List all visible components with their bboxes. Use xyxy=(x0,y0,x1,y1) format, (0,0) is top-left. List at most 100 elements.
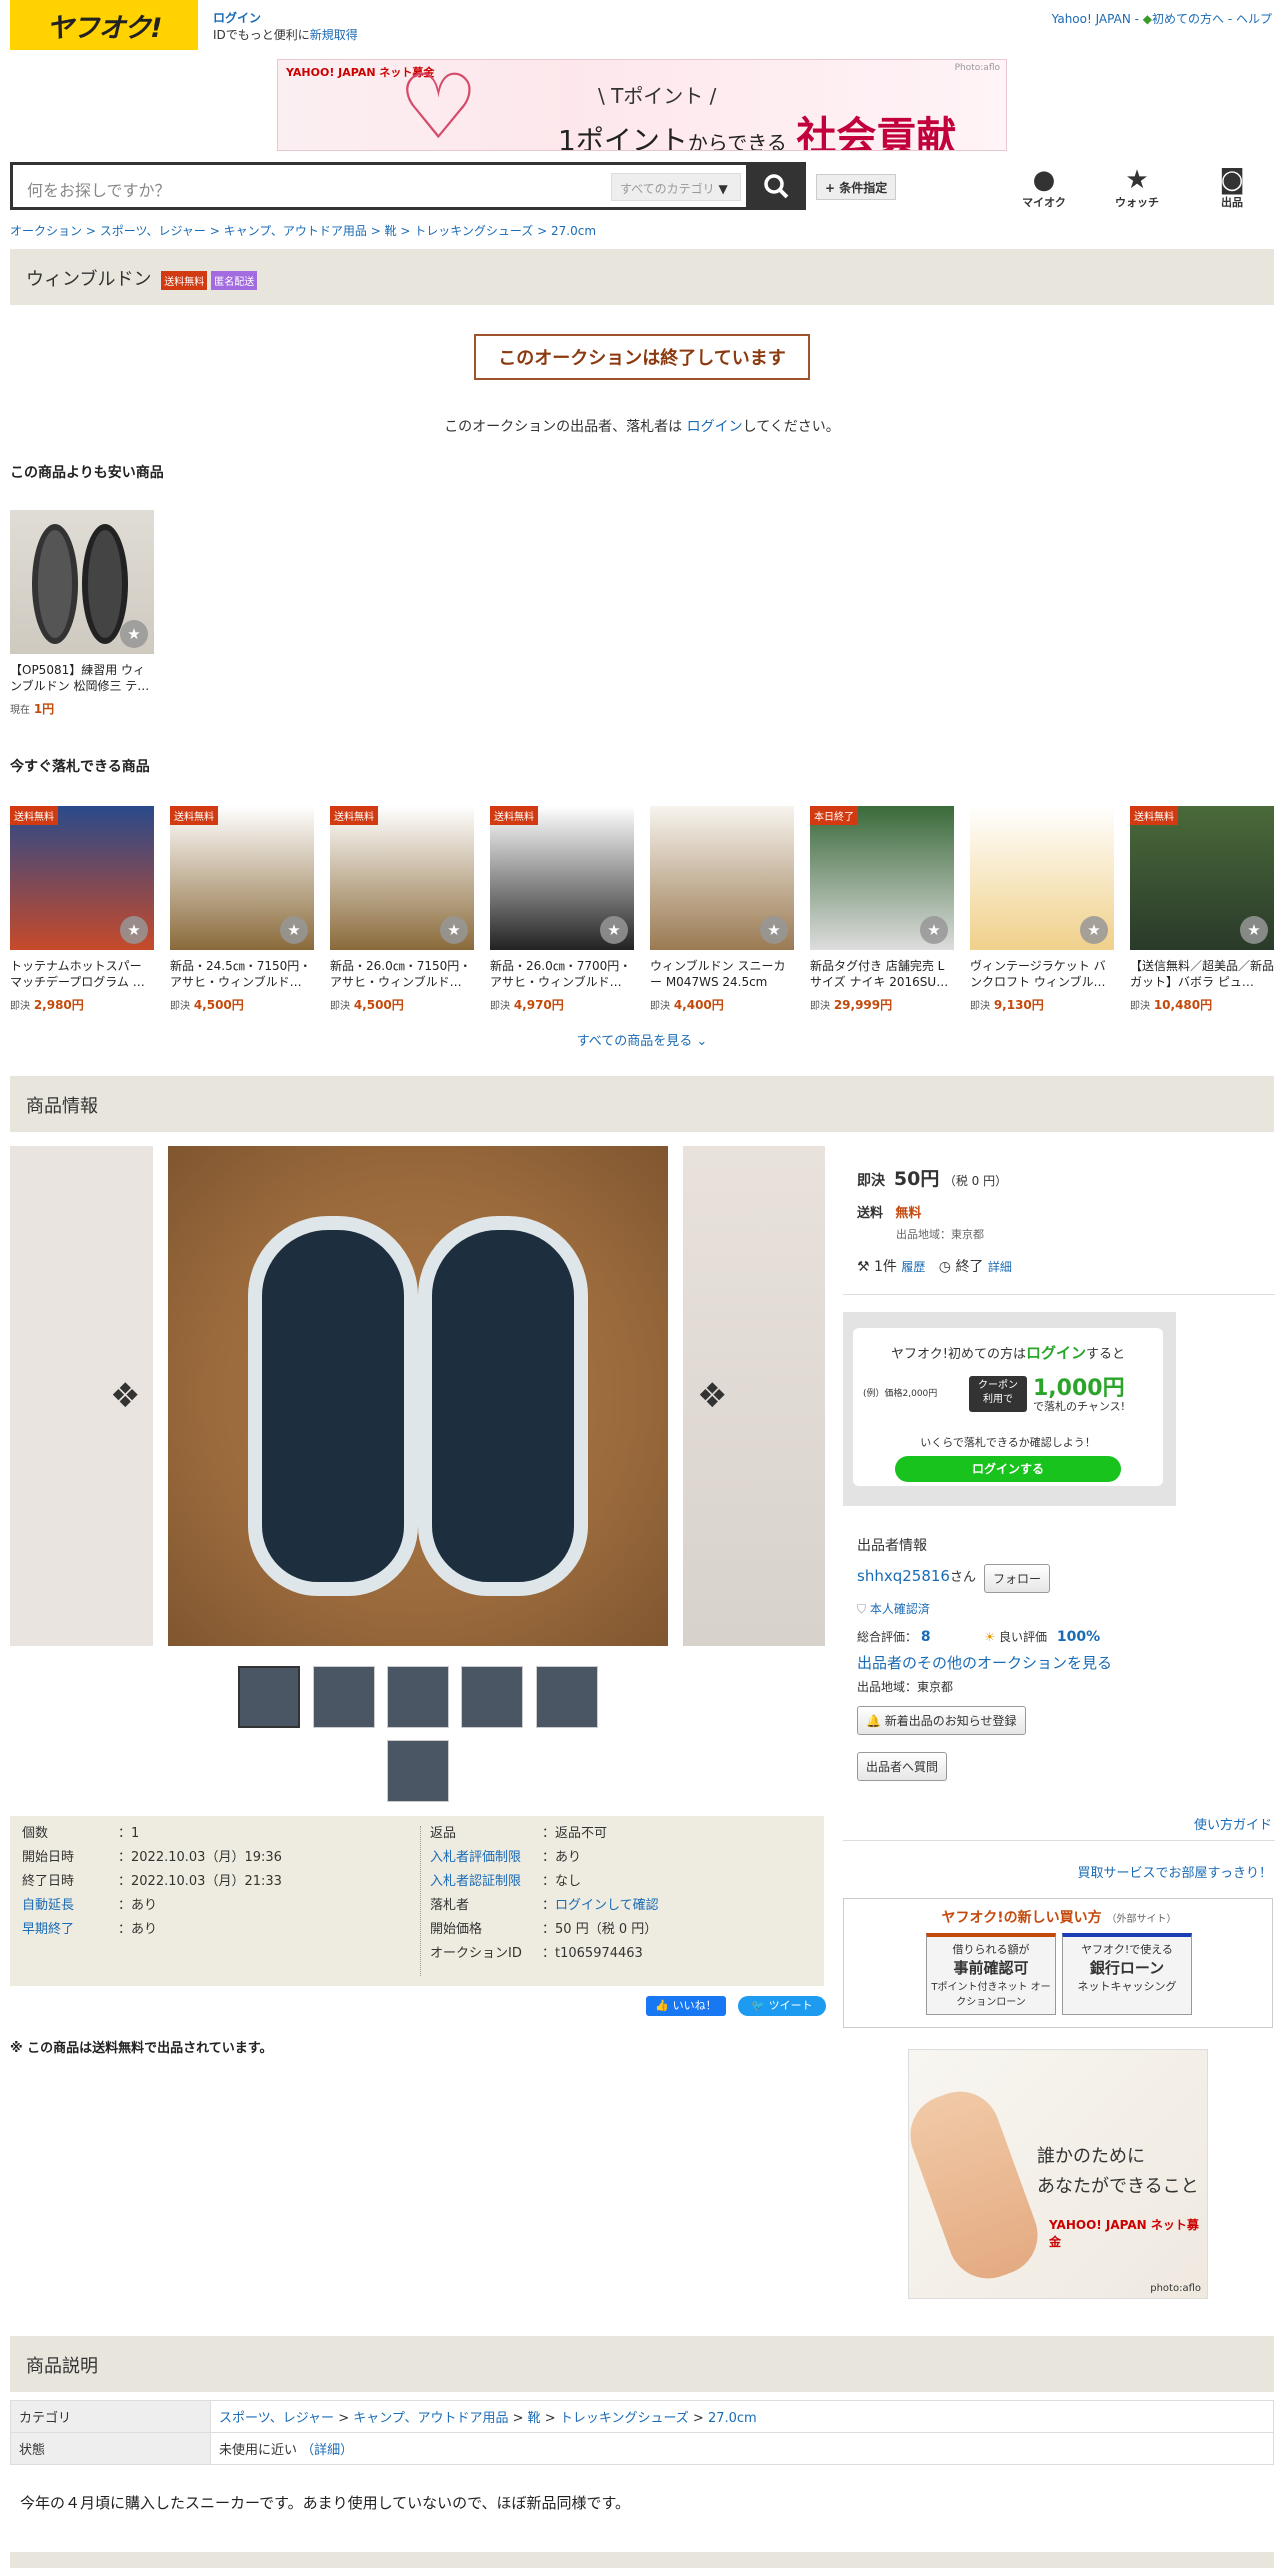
image-thumbnail[interactable] xyxy=(536,1666,598,1728)
donation-banner[interactable]: YAHOO! JAPAN ネット募金 Photo:aflo ♡ \ Tポイント … xyxy=(277,59,1007,151)
buynow-item-card[interactable]: 本日終了 ★ 新品タグ付き 店舗完売 L サイズ ナイキ 2016SU… 即決 29,… xyxy=(810,806,954,1013)
prev-arrow-icon[interactable]: ❖ xyxy=(110,1376,140,1416)
image-thumbnail[interactable] xyxy=(313,1666,375,1728)
buynow-item-card[interactable]: 送料無料 ★ 新品・24.5㎝・7150円・アサヒ・ウィンブルド… 即決 4,500円 xyxy=(170,806,314,1013)
seller-name-link[interactable]: shhxq25816 xyxy=(857,1567,950,1585)
search-input[interactable]: 何をお探しですか？ xyxy=(27,177,171,201)
item-title[interactable]: トッテナムホットスパー マッチデープログラム … xyxy=(10,958,154,990)
item-thumbnail[interactable]: 送料無料 ★ xyxy=(330,806,474,950)
watch-star-icon[interactable]: ★ xyxy=(280,916,308,944)
item-thumbnail[interactable]: 送料無料 ★ xyxy=(10,806,154,950)
category-link[interactable]: スポーツ、レジャー xyxy=(219,2411,334,2426)
item-thumbnail[interactable]: ★ xyxy=(10,510,154,654)
image-thumbnail[interactable] xyxy=(387,1666,449,1728)
breadcrumb-item[interactable]: キャンプ、アウトドア用品 xyxy=(224,224,367,238)
breadcrumb-item[interactable]: オークション xyxy=(10,224,82,238)
item-title[interactable]: 【送信無料／超美品／新品ガット】バボラ ピュ… xyxy=(1130,958,1274,990)
help-link[interactable]: ヘルプ xyxy=(1236,12,1272,26)
buynow-item-card[interactable]: 送料無料 ★ 【送信無料／超美品／新品ガット】バボラ ピュ… 即決 10,480円 xyxy=(1130,806,1274,1013)
watch-star-icon[interactable]: ★ xyxy=(1080,916,1108,944)
watch-button[interactable]: ★ ウォッチ xyxy=(1102,166,1172,210)
login-to-confirm-link[interactable]: ログインして確認 xyxy=(555,1898,659,1913)
register-link[interactable]: 新規取得 xyxy=(310,28,358,42)
auto-extend-link[interactable]: 自動延長 xyxy=(22,1898,118,1914)
tweet-button[interactable]: 🐦 ツイート xyxy=(738,1996,826,2016)
login-link[interactable]: ログイン xyxy=(213,11,261,25)
category-select[interactable]: すべてのカテゴリ ▼ xyxy=(611,173,741,201)
buyback-link[interactable]: 買取サービスでお部屋すっきり！ xyxy=(1078,1862,1272,1881)
category-link[interactable]: 27.0cm xyxy=(708,2411,757,2426)
bidder-auth-limit-link[interactable]: 入札者認証制限 xyxy=(430,1874,542,1890)
donation-ad[interactable]: 誰かのために あなたができること YAHOO! JAPAN ネット募金 phot… xyxy=(899,2049,1208,2299)
ended-login-link[interactable]: ログイン xyxy=(687,419,743,435)
item-title[interactable]: 新品タグ付き 店舗完売 L サイズ ナイキ 2016SU… xyxy=(810,958,954,990)
question-button[interactable]: 出品者へ質問 xyxy=(857,1752,948,1781)
buynow-item-card[interactable]: 送料無料 ★ 新品・26.0㎝・7700円・アサヒ・ウィンブルド… 即決 4,970円 xyxy=(490,806,634,1013)
search-box[interactable]: 何をお探しですか？ すべてのカテゴリ ▼ xyxy=(10,162,746,210)
verified-badge[interactable]: ⛉ 本人確認済 xyxy=(857,1600,930,1617)
buynow-item-card[interactable]: ★ ヴィンテージラケット バンクロフト ウィンブル… 即決 9,130円 xyxy=(970,806,1114,1013)
early-end-link[interactable]: 早期終了 xyxy=(22,1922,118,1938)
see-all-link[interactable]: すべての商品を見る ⌄ xyxy=(0,1030,1284,1049)
category-link[interactable]: トレッキングシューズ xyxy=(560,2411,689,2426)
item-thumbnail[interactable]: ★ xyxy=(970,806,1114,950)
breadcrumb-item[interactable]: トレッキングシューズ xyxy=(414,224,533,238)
item-title[interactable]: 新品・26.0㎝・7700円・アサヒ・ウィンブルド… xyxy=(490,958,634,990)
cheaper-item-card[interactable]: ★ 【OP5081】練習用 ウィンブルドン 松岡修三 テ… 現在 1円 xyxy=(10,510,154,717)
follow-button[interactable]: フォロー xyxy=(984,1564,1051,1593)
guide-link[interactable]: 使い方ガイド xyxy=(1194,1814,1272,1833)
yahuoku-logo[interactable]: ヤフオク! xyxy=(10,0,198,50)
breadcrumb-item[interactable]: 靴 xyxy=(385,224,397,238)
category-link[interactable]: キャンプ、アウトドア用品 xyxy=(353,2411,508,2426)
detail-row: 開始価格 ：50 円（税 0 円） xyxy=(430,1922,658,1937)
item-thumbnail[interactable]: ★ xyxy=(650,806,794,950)
promo-login-button[interactable]: ログインする xyxy=(895,1456,1121,1482)
breadcrumb-item[interactable]: 27.0cm xyxy=(551,224,596,238)
item-title[interactable]: 【OP5081】練習用 ウィンブルドン 松岡修三 テ… xyxy=(10,662,154,694)
search-button[interactable] xyxy=(746,162,806,210)
loan-card-2[interactable]: ヤフオク!で使える 銀行ローン ネットキャッシング xyxy=(1062,1933,1192,2015)
image-thumbnail[interactable] xyxy=(461,1666,523,1728)
watch-star-icon[interactable]: ★ xyxy=(600,916,628,944)
detail-row: 入札者認証制限 ：なし xyxy=(430,1874,582,1890)
item-title[interactable]: ウィンブルドン スニーカー M047WS 24.5cm ブ… xyxy=(650,958,794,990)
image-thumbnail[interactable] xyxy=(238,1666,300,1728)
yahoo-japan-link[interactable]: Yahoo! JAPAN xyxy=(1052,12,1131,26)
watch-star-icon[interactable]: ★ xyxy=(1240,916,1268,944)
main-product-image[interactable] xyxy=(168,1146,668,1646)
item-title[interactable]: 新品・26.0㎝・7150円・アサヒ・ウィンブルド… xyxy=(330,958,474,990)
rating-link[interactable]: 8 xyxy=(921,1629,931,1645)
watch-star-icon[interactable]: ★ xyxy=(120,916,148,944)
watch-star-icon[interactable]: ★ xyxy=(760,916,788,944)
bidder-rating-limit-link[interactable]: 入札者評価制限 xyxy=(430,1850,542,1866)
watch-star-icon[interactable]: ★ xyxy=(440,916,468,944)
breadcrumb-item[interactable]: スポーツ、レジャー xyxy=(100,224,206,238)
item-title[interactable]: 新品・24.5㎝・7150円・アサヒ・ウィンブルド… xyxy=(170,958,314,990)
seller-other-auctions-link[interactable]: 出品者のその他のオークションを見る xyxy=(857,1652,1112,1673)
next-arrow-icon[interactable]: ❖ xyxy=(697,1376,727,1416)
buynow-item-card[interactable]: ★ ウィンブルドン スニーカー M047WS 24.5cm ブ… 即決 4,400円 xyxy=(650,806,794,1013)
image-thumbnail[interactable] xyxy=(387,1740,449,1802)
item-thumbnail[interactable]: 送料無料 ★ xyxy=(170,806,314,950)
item-thumbnail[interactable]: 送料無料 ★ xyxy=(1130,806,1274,950)
item-thumbnail[interactable]: 送料無料 ★ xyxy=(490,806,634,950)
item-title[interactable]: ヴィンテージラケット バンクロフト ウィンブル… xyxy=(970,958,1114,990)
condition-detail-link[interactable]: （詳細） xyxy=(301,2443,353,2458)
buynow-item-card[interactable]: 送料無料 ★ 新品・26.0㎝・7150円・アサヒ・ウィンブルド… 即決 4,500円 xyxy=(330,806,474,1013)
loan-card-1[interactable]: 借りられる額が 事前確認可 Tポイント付きネット オークションローン xyxy=(926,1933,1056,2015)
detail-link[interactable]: 詳細 xyxy=(988,1260,1012,1274)
history-link[interactable]: 履歴 xyxy=(901,1260,925,1274)
facebook-like-button[interactable]: 👍 いいね！ xyxy=(646,1996,726,2016)
watch-star-icon[interactable]: ★ xyxy=(920,916,948,944)
login-promo[interactable]: ヤフオク!初めての方はログインすると (例）価格2,000円 クーポン 利用で … xyxy=(843,1312,1176,1506)
conditions-button[interactable]: + 条件指定 xyxy=(816,174,897,200)
item-thumbnail[interactable]: 本日終了 ★ xyxy=(810,806,954,950)
category-link[interactable]: 靴 xyxy=(528,2411,541,2426)
myauc-button[interactable]: ● マイオク xyxy=(1009,166,1079,210)
table-row: 状態 未使用に近い （詳細） xyxy=(10,2432,1274,2465)
first-time-link[interactable]: 初めての方へ xyxy=(1152,12,1224,26)
buynow-item-card[interactable]: 送料無料 ★ トッテナムホットスパー マッチデープログラム … 即決 2,980円 xyxy=(10,806,154,1013)
sell-button[interactable]: ◙ 出品 xyxy=(1197,166,1267,210)
notify-button[interactable]: 🔔 新着出品のお知らせ登録 xyxy=(857,1706,1026,1735)
watch-star-icon[interactable]: ★ xyxy=(120,620,148,648)
